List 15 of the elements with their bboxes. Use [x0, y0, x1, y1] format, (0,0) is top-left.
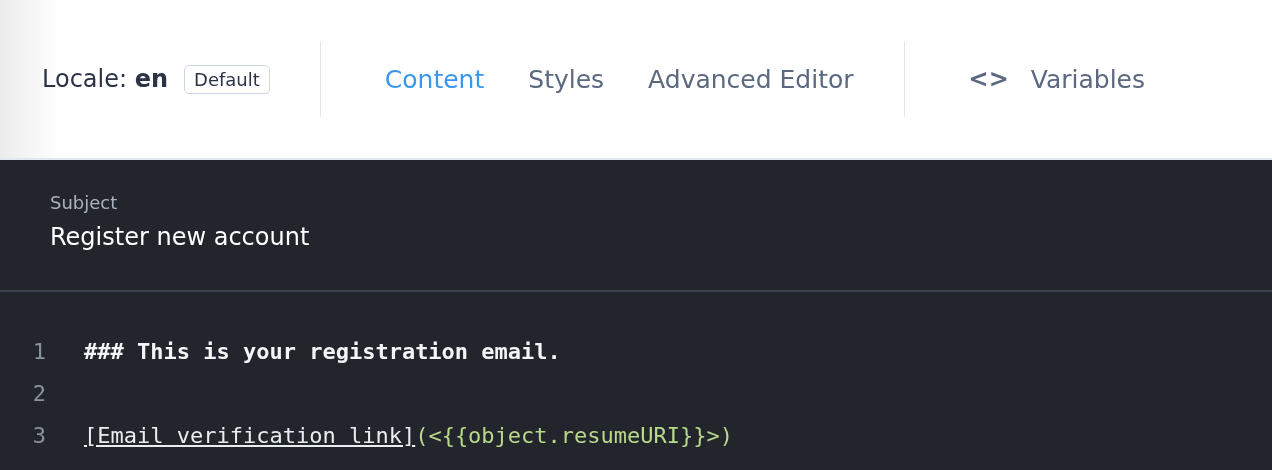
code-icon[interactable]: <> [968, 65, 1009, 93]
tab[interactable]: Styles [528, 64, 605, 94]
variables-button[interactable]: Variables [1030, 64, 1145, 94]
line-number: 3 [31, 422, 47, 448]
tab[interactable]: Advanced Editor [648, 64, 854, 94]
line-number: 1 [31, 338, 47, 364]
locale-label: Locale: en [42, 65, 169, 93]
code-link-text: [Email verification link] [84, 422, 416, 448]
code-link-url: (<{{object.resumeURI}}>) [415, 422, 734, 448]
tab[interactable]: Content [384, 64, 485, 94]
default-badge: Default [184, 64, 270, 94]
subject-field[interactable]: Register new account [50, 223, 1222, 251]
subject-label: Subject [50, 192, 119, 213]
code-heading: ### This is your registration email. [84, 338, 561, 364]
line-number: 2 [31, 380, 47, 406]
